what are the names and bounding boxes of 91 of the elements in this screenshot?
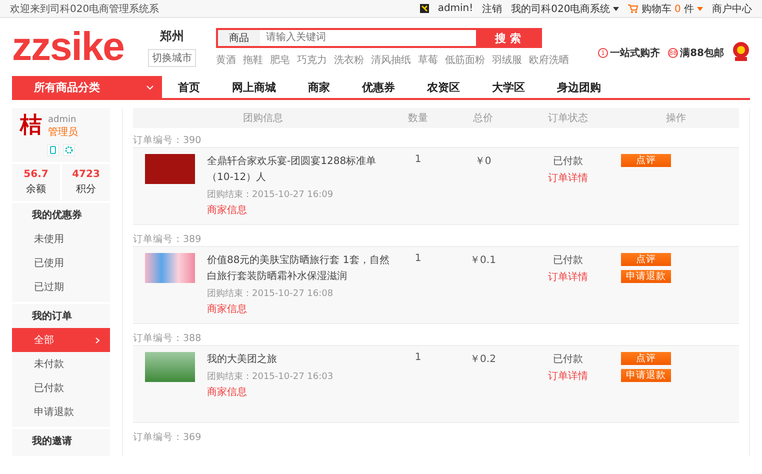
order-detail-link[interactable]: 订单详情 <box>548 270 588 284</box>
sidebar-item[interactable]: 未付款 <box>12 352 110 376</box>
emblem-icon <box>732 41 750 61</box>
cart-link[interactable]: 购物车 0 件 <box>628 2 703 16</box>
hot-search-link[interactable]: 拖鞋 <box>243 52 263 66</box>
settings-icon[interactable] <box>63 144 75 156</box>
action-button[interactable]: 申请退款 <box>621 369 671 382</box>
sidebar-item[interactable]: 已过期 <box>12 275 110 299</box>
action-button[interactable]: 点评 <box>621 352 671 365</box>
order-number: 订单编号：369 <box>133 431 202 444</box>
product-title[interactable]: 全鼎轩合家欢乐宴-团圆宴1288标准单（10-12）人 <box>207 154 393 186</box>
hot-search-link[interactable]: 清风抽纸 <box>371 52 411 66</box>
nav-link[interactable]: 身边团购 <box>541 76 617 98</box>
merchant-info-link[interactable]: 商家信息 <box>207 385 334 399</box>
logout-link[interactable]: 注销 <box>482 2 502 16</box>
action-button[interactable]: 点评 <box>621 154 671 167</box>
balance-stat: 56.7 余额 <box>12 164 60 201</box>
hot-search-link[interactable]: 低筋面粉 <box>445 52 485 66</box>
section-title: 我的优惠券 <box>30 208 83 223</box>
section-title: 我的订单 <box>30 310 73 324</box>
sidebar-item[interactable]: 申请退款 <box>12 400 110 424</box>
city-name: 郑州 <box>160 28 184 44</box>
photo-placeholder <box>145 154 195 184</box>
price-cell-text: ￥0 <box>474 155 492 169</box>
hot-search-link[interactable]: 欧府洗晒 <box>529 52 569 66</box>
merchant-info-link[interactable]: 商家信息 <box>207 302 393 316</box>
sidebar-item[interactable]: 已付款 <box>12 376 110 400</box>
hot-search-link[interactable]: 洗衣粉 <box>334 52 364 66</box>
column-header: 数量 <box>407 112 429 125</box>
order-number: 订单编号：388 <box>133 332 202 345</box>
category-menu-button[interactable]: 所有商品分类 <box>12 76 162 98</box>
quantity-cell-text: 1 <box>414 352 422 365</box>
hot-search-link[interactable]: 肥皂 <box>270 52 290 66</box>
chevron-icon <box>95 336 100 344</box>
end-time: 团购结束：2015-10-27 16:03 <box>207 370 334 383</box>
nav-link[interactable]: 优惠券 <box>346 76 411 98</box>
nav-link[interactable]: 农资区 <box>411 76 476 98</box>
sidebar-item[interactable]: 已使用 <box>12 251 110 275</box>
photo-placeholder <box>145 253 195 283</box>
product-title[interactable]: 价值88元的美肤宝防晒旅行套 1套，自然白旅行套装防晒霜补水保湿滋润 <box>207 253 393 285</box>
search-bar[interactable]: 商品 请输入关键词 搜 索 <box>216 28 542 48</box>
section-title: 我的邀请 <box>30 434 73 449</box>
profile-name: admin <box>48 115 76 125</box>
action-button[interactable]: 点评 <box>621 253 671 266</box>
switch-city-button[interactable]: 切换城市 <box>148 48 196 66</box>
sidebar-item[interactable]: 全部 <box>12 328 110 352</box>
caret-icon <box>697 6 703 10</box>
status-text: 已付款 <box>553 155 583 168</box>
column-header: 总价 <box>472 112 494 125</box>
site-logo[interactable]: zzsike <box>12 27 134 67</box>
hot-search-link[interactable]: 草莓 <box>418 52 438 66</box>
product-title[interactable]: 我的大美团之旅 <box>207 352 334 368</box>
hot-search-link[interactable]: 黄酒 <box>216 52 236 66</box>
welcome-text: 欢迎来到司科020电商管理系统系 <box>10 2 160 16</box>
column-header: 团购信息 <box>242 112 284 125</box>
nav-link[interactable]: 大学区 <box>476 76 541 98</box>
nav-link[interactable]: 首页 <box>162 76 216 98</box>
status-text: 已付款 <box>553 254 583 267</box>
action-button[interactable]: 申请退款 <box>621 270 671 283</box>
price-cell-text: ￥0.2 <box>469 353 497 367</box>
chevron-icon <box>146 84 154 90</box>
order-number: 订单编号：390 <box>133 134 202 147</box>
system-menu[interactable]: 我的司科020电商系统 <box>511 2 620 16</box>
end-time: 团购结束：2015-10-27 16:08 <box>207 288 334 300</box>
order-number: 订单编号：389 <box>133 233 202 246</box>
search-button[interactable]: 搜 索 <box>476 30 540 46</box>
cart-icon <box>628 4 638 13</box>
hot-search-link[interactable]: 巧克力 <box>297 52 327 66</box>
order-detail-link[interactable]: 订单详情 <box>548 171 588 185</box>
merchant-info-link[interactable]: 商家信息 <box>207 203 393 217</box>
nav-link[interactable]: 商家 <box>292 76 346 98</box>
end-time: 团购结束：2015-10-27 16:09 <box>207 188 334 201</box>
logo-icon <box>420 4 429 13</box>
avatar-logo: 桔 <box>20 114 42 136</box>
price-cell-text: ￥0.1 <box>469 254 497 268</box>
nav-link[interactable]: 网上商城 <box>216 76 292 98</box>
order-detail-link[interactable]: 订单详情 <box>548 369 588 383</box>
quantity-cell-text: 1 <box>414 154 422 167</box>
quantity-cell-text: 1 <box>414 253 422 266</box>
photo-placeholder <box>145 352 195 382</box>
caret-icon <box>613 6 620 10</box>
sidebar-item[interactable]: 未使用 <box>12 227 110 251</box>
points-stat: 4723 积分 <box>62 164 110 201</box>
column-header: 操作 <box>665 112 687 125</box>
status-text: 已付款 <box>553 353 583 366</box>
phone-icon[interactable] <box>47 144 59 156</box>
role-label: 管理员 <box>48 127 78 138</box>
merchant-center-link[interactable]: 商户中心 <box>712 2 752 16</box>
column-header: 订单状态 <box>547 112 589 125</box>
hot-search-link[interactable]: 羽绒服 <box>492 52 522 66</box>
username-text: admin! <box>438 3 474 14</box>
